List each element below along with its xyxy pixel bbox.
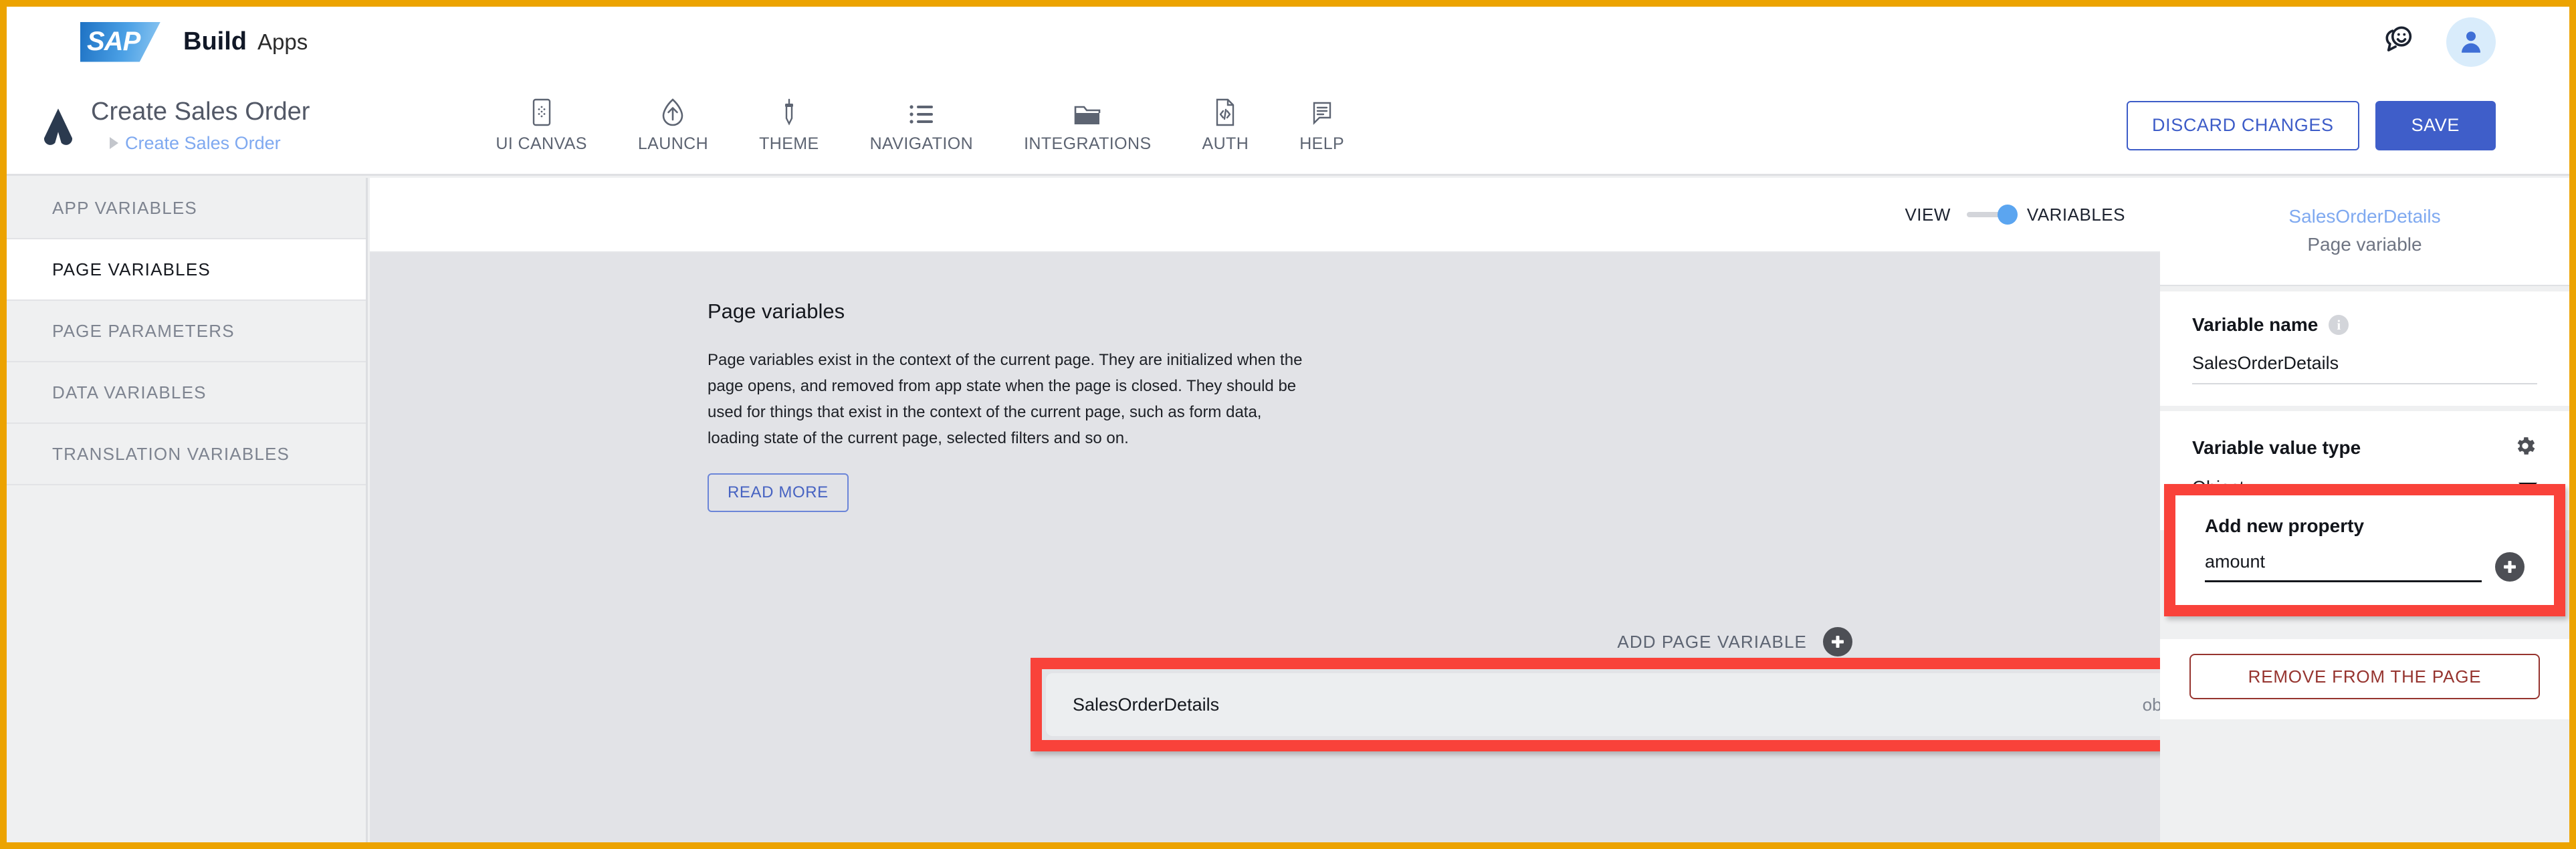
nav-item-help[interactable]: HELP <box>1274 97 1370 154</box>
nav-item-ui-canvas[interactable]: UI CANVAS <box>470 97 613 154</box>
detail-variable-kind: Page variable <box>2307 234 2422 255</box>
folder-icon <box>1074 97 1101 126</box>
toggle-label-variables: VARIABLES <box>2026 204 2125 225</box>
eyedropper-icon <box>781 97 797 126</box>
sap-logo-text: SAP <box>87 26 140 56</box>
nav-label-help: HELP <box>1299 134 1345 153</box>
top-bar: SAP Build Apps <box>7 7 2569 77</box>
nav-label-launch: LAUNCH <box>637 134 709 153</box>
app-window: SAP Build Apps Create Sales Order Create… <box>0 0 2576 849</box>
view-variables-toggle[interactable]: VIEW VARIABLES <box>1905 205 2125 225</box>
add-page-variable-label: ADD PAGE VARIABLE <box>1617 631 1807 652</box>
sidebar-item-page-parameters[interactable]: PAGE PARAMETERS <box>7 301 366 362</box>
app-title-block: Create Sales Order Create Sales Order <box>91 98 310 154</box>
variable-details-panel: SalesOrderDetails Page variable Variable… <box>2160 178 2569 842</box>
nav-label-auth: AUTH <box>1202 134 1249 153</box>
sidebar-item-app-variables[interactable]: APP VARIABLES <box>7 178 366 239</box>
app-header: Create Sales Order Create Sales Order UI… <box>7 77 2569 176</box>
variable-row-name: SalesOrderDetails <box>1073 694 1220 715</box>
plus-circle-icon[interactable] <box>1823 627 1852 656</box>
sidebar-item-translation-variables[interactable]: TRANSLATION VARIABLES <box>7 424 366 485</box>
brand-build-label: Build <box>183 27 247 55</box>
add-page-variable-button[interactable]: ADD PAGE VARIABLE <box>1617 627 1852 656</box>
sidebar-item-data-variables[interactable]: DATA VARIABLES <box>7 362 366 424</box>
add-new-property-section: Add new property amount <box>2175 495 2554 605</box>
add-new-property-label: Add new property <box>2205 515 2365 536</box>
brand-apps-label: Apps <box>257 29 308 54</box>
launch-arrow-icon <box>660 97 685 126</box>
nav-item-launch[interactable]: LAUNCH <box>613 97 734 154</box>
variable-name-label: Variable name <box>2192 314 2319 335</box>
page-title: Create Sales Order <box>91 97 310 126</box>
breadcrumb[interactable]: Create Sales Order <box>110 133 310 154</box>
highlight-box-add-property: Add new property amount <box>2164 484 2565 616</box>
view-variables-toggle-bar: VIEW VARIABLES <box>370 178 2160 253</box>
comment-lines-icon <box>1311 97 1333 126</box>
page-variables-panel: Page variables Page variables exist in t… <box>370 253 2160 512</box>
panel-title: Page variables <box>708 299 845 323</box>
add-new-property-input[interactable]: amount <box>2205 552 2482 582</box>
info-icon[interactable]: i <box>2329 315 2349 335</box>
save-button[interactable]: SAVE <box>2375 100 2496 150</box>
header-actions: DISCARD CHANGES SAVE <box>2127 100 2496 150</box>
nav-label-integrations: INTEGRATIONS <box>1024 134 1152 153</box>
sidebar-item-page-variables[interactable]: PAGE VARIABLES <box>7 239 366 301</box>
toggle-track[interactable] <box>1966 205 2018 225</box>
variable-value-type-label: Variable value type <box>2192 437 2361 458</box>
table-row[interactable]: SalesOrderDetails object <box>1046 673 2216 736</box>
discard-changes-button[interactable]: DISCARD CHANGES <box>2127 100 2359 150</box>
toggle-label-view: VIEW <box>1905 204 1951 225</box>
variable-name-section: Variable name i SalesOrderDetails <box>2160 291 2569 406</box>
variables-sidebar: APP VARIABLES PAGE VARIABLES PAGE PARAME… <box>7 178 368 842</box>
device-canvas-icon <box>532 97 552 126</box>
toggle-knob[interactable] <box>1997 205 2018 225</box>
app-chevron-icon <box>43 108 73 145</box>
app-identity: Create Sales Order Create Sales Order <box>35 98 310 154</box>
nav-label-ui-canvas: UI CANVAS <box>496 134 587 153</box>
chat-smiley-icon[interactable] <box>2378 23 2417 62</box>
plus-circle-icon[interactable] <box>2495 552 2525 582</box>
variable-name-input[interactable]: SalesOrderDetails <box>2192 353 2537 384</box>
remove-from-page-button[interactable]: REMOVE FROM THE PAGE <box>2189 654 2540 699</box>
variable-details-header: SalesOrderDetails Page variable <box>2160 178 2569 286</box>
nav-item-auth[interactable]: AUTH <box>1177 97 1275 154</box>
list-icon <box>909 97 934 126</box>
user-avatar-icon[interactable] <box>2446 17 2496 67</box>
gear-icon[interactable] <box>2513 434 2537 461</box>
main-nav: UI CANVAS LAUNCH THEME NAVIGATION INTEGR… <box>470 97 1370 154</box>
variable-name-label-row: Variable name i <box>2192 314 2537 336</box>
code-file-icon <box>1214 97 1236 126</box>
panel-description: Page variables exist in the context of t… <box>708 351 1303 447</box>
variable-value-type-label-row: Variable value type <box>2192 434 2537 461</box>
nav-label-navigation: NAVIGATION <box>869 134 974 153</box>
add-new-property-row: amount <box>2205 552 2525 582</box>
main-content: VIEW VARIABLES Page variables Page varia… <box>370 178 2231 842</box>
detail-variable-name: SalesOrderDetails <box>2288 206 2441 227</box>
breadcrumb-label[interactable]: Create Sales Order <box>125 133 281 154</box>
nav-item-integrations[interactable]: INTEGRATIONS <box>998 97 1176 154</box>
top-bar-actions <box>2378 17 2496 67</box>
remove-section: REMOVE FROM THE PAGE <box>2160 639 2569 719</box>
nav-label-theme: THEME <box>759 134 819 153</box>
read-more-button[interactable]: READ MORE <box>708 473 849 512</box>
breadcrumb-arrow-icon <box>110 137 118 149</box>
sap-logo: SAP <box>80 21 160 62</box>
nav-item-navigation[interactable]: NAVIGATION <box>845 97 998 154</box>
nav-item-theme[interactable]: THEME <box>734 97 845 154</box>
highlight-box-variable-row: SalesOrderDetails object <box>1031 658 2231 751</box>
